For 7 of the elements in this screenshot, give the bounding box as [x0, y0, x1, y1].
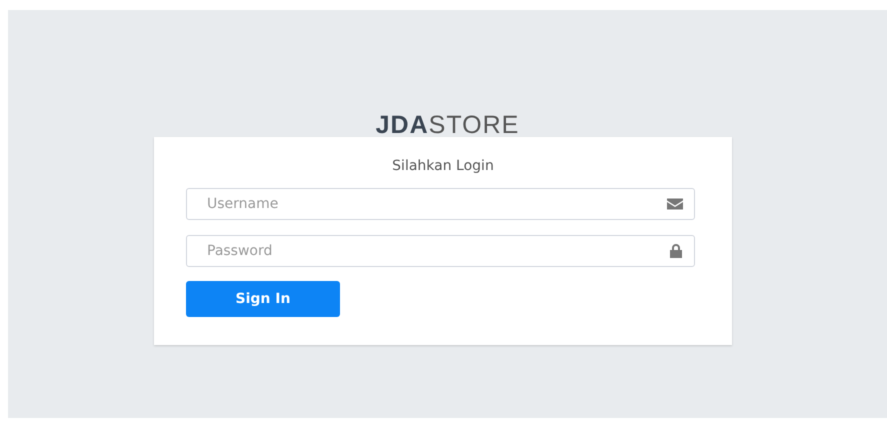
logo-text: JDASTORE — [376, 111, 520, 141]
envelope-icon — [667, 198, 683, 210]
input-field[interactable]: Username — [186, 188, 695, 220]
sign-in-button[interactable]: Sign In — [186, 281, 340, 317]
input-field[interactable]: Password — [186, 235, 695, 267]
card-title: Silahkan Login — [392, 158, 494, 174]
lock-icon — [669, 244, 683, 258]
